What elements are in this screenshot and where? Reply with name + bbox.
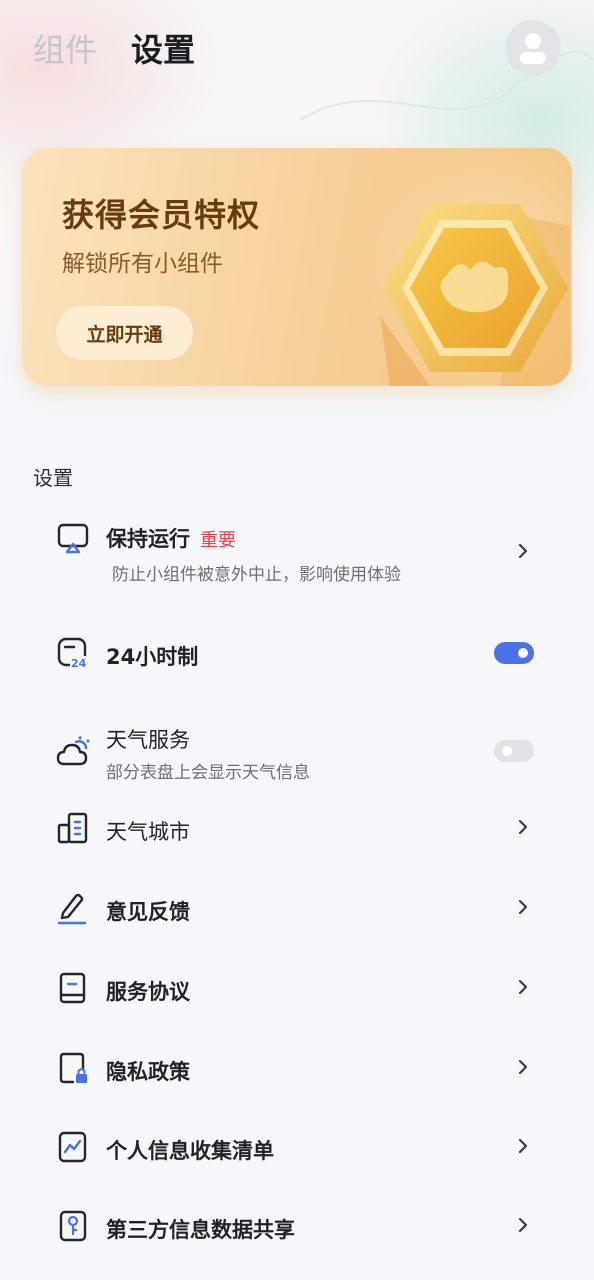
toggle-knob xyxy=(518,648,528,658)
svg-text:24: 24 xyxy=(71,657,87,670)
setting-label-keep-running: 保持运行 xyxy=(106,527,190,551)
setting-label-feedback: 意见反馈 xyxy=(106,900,190,924)
setting-privacy-policy[interactable]: 隐私政策 xyxy=(0,1046,594,1090)
promo-subtitle: 解锁所有小组件 xyxy=(62,251,223,277)
setting-label-weather-service: 天气服务 xyxy=(106,728,190,752)
book-agreement-icon xyxy=(59,972,86,1004)
tab-widgets[interactable]: 组件 xyxy=(33,28,97,72)
tab-settings[interactable]: 设置 xyxy=(131,28,195,72)
settings-section-title: 设置 xyxy=(33,466,73,490)
chevron-right-icon xyxy=(518,543,528,559)
setting-subtitle-keep-running: 防止小组件被意外中止，影响使用体验 xyxy=(112,565,401,585)
chevron-right-icon xyxy=(518,819,528,835)
chevron-right-icon xyxy=(518,1217,528,1233)
setting-label-service-agreement: 服务协议 xyxy=(106,980,190,1004)
user-icon xyxy=(520,33,546,64)
weather-cloud-sun-icon xyxy=(56,736,90,766)
setting-service-agreement[interactable]: 服务协议 xyxy=(0,966,594,1010)
setting-label-personal-info-list: 个人信息收集清单 xyxy=(106,1139,274,1163)
24-hour-toggle[interactable] xyxy=(494,642,534,664)
setting-third-party-sharing[interactable]: 第三方信息数据共享 xyxy=(0,1204,594,1248)
setting-label-24-hour: 24小时制 xyxy=(106,645,199,669)
chevron-right-icon xyxy=(518,979,528,995)
document-lock-icon xyxy=(59,1052,87,1084)
membership-promo-card[interactable]: 获得会员特权 解锁所有小组件 立即开通 xyxy=(22,148,572,386)
pencil-feedback-icon xyxy=(57,893,87,925)
chevron-right-icon xyxy=(518,1138,528,1154)
key-share-icon xyxy=(59,1210,87,1242)
clock-24-icon: 24 xyxy=(57,637,88,670)
crown-badge-icon xyxy=(380,204,570,386)
city-building-icon xyxy=(57,812,88,844)
important-tag: 重要 xyxy=(200,530,236,551)
chart-list-icon xyxy=(58,1131,87,1163)
activate-button[interactable]: 立即开通 xyxy=(56,306,193,360)
avatar[interactable] xyxy=(505,20,561,76)
setting-label-weather-city: 天气城市 xyxy=(106,820,190,844)
promo-title: 获得会员特权 xyxy=(62,196,261,234)
top-tabs: 组件 设置 xyxy=(33,28,195,72)
setting-weather-service[interactable]: 天气服务 部分表盘上会显示天气信息 xyxy=(0,720,594,784)
chevron-right-icon xyxy=(518,1059,528,1075)
setting-feedback[interactable]: 意见反馈 xyxy=(0,886,594,930)
screen-keep-running-icon xyxy=(57,523,89,554)
weather-service-toggle[interactable] xyxy=(494,740,534,762)
setting-24-hour[interactable]: 24 24小时制 xyxy=(0,630,594,676)
setting-keep-running[interactable]: 保持运行 重要 防止小组件被意外中止，影响使用体验 xyxy=(0,515,594,595)
toggle-knob xyxy=(502,746,512,756)
setting-personal-info-list[interactable]: 个人信息收集清单 xyxy=(0,1125,594,1169)
setting-label-privacy-policy: 隐私政策 xyxy=(106,1060,190,1084)
chevron-right-icon xyxy=(518,899,528,915)
setting-weather-city[interactable]: 天气城市 xyxy=(0,806,594,850)
setting-label-third-party-sharing: 第三方信息数据共享 xyxy=(106,1218,295,1242)
setting-subtitle-weather-service: 部分表盘上会显示天气信息 xyxy=(106,763,310,783)
